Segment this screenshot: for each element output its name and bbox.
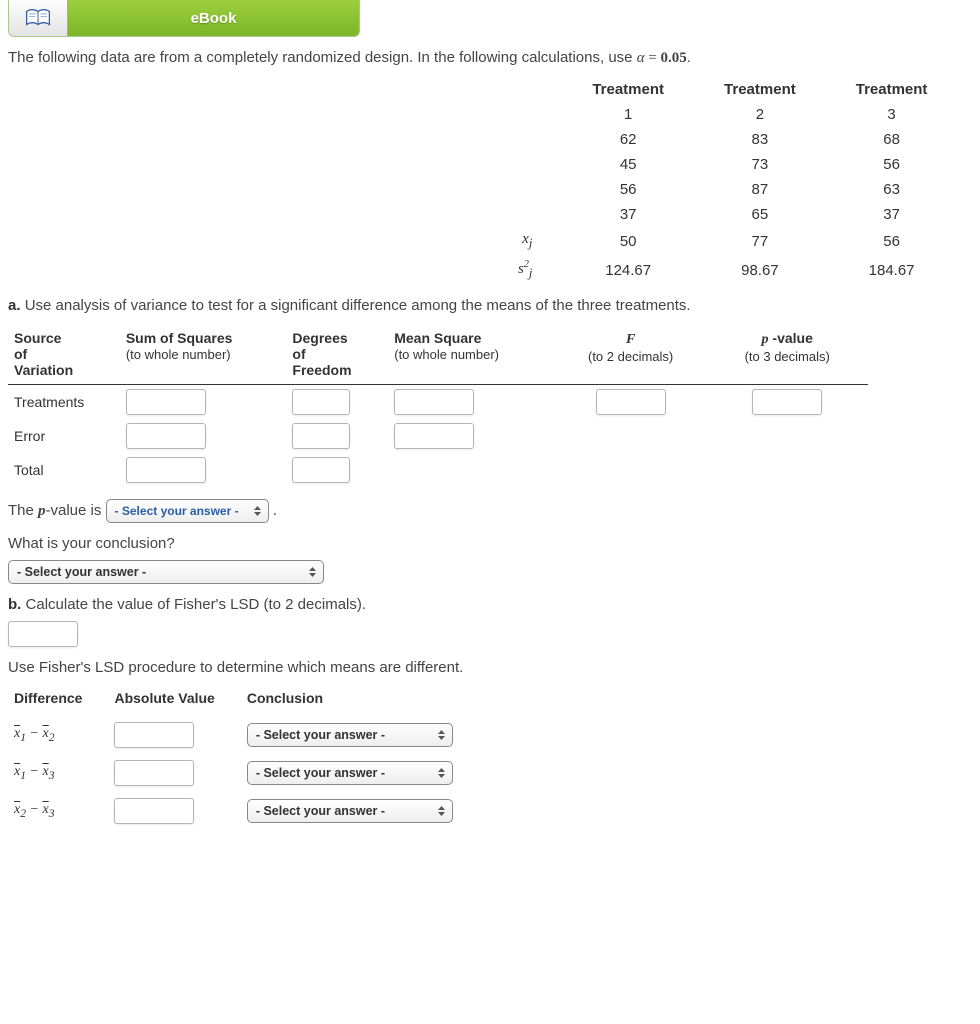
- absval-input-3[interactable]: [114, 798, 194, 824]
- col-sub: 3: [826, 102, 958, 127]
- ms-error-input[interactable]: [394, 423, 474, 449]
- variance-row: s2j 124.6798.67184.67: [488, 255, 957, 285]
- fisher-conclusion-select-1[interactable]: - Select your answer -: [247, 723, 453, 747]
- anova-row-error: Error: [8, 419, 868, 453]
- ebook-label[interactable]: eBook: [68, 0, 359, 36]
- fisher-row: x1 − x2 - Select your answer -: [8, 716, 479, 754]
- fisher-row: x2 − x3 - Select your answer -: [8, 792, 479, 830]
- stepper-icon: [308, 566, 317, 578]
- stepper-icon: [437, 767, 446, 779]
- part-b-text: Calculate the value of Fisher's LSD (to …: [26, 596, 367, 613]
- treatment-data-table: Treatment Treatment Treatment 1 2 3 6283…: [488, 77, 957, 285]
- ebook-header: eBook: [8, 0, 360, 37]
- df-error-input[interactable]: [292, 423, 350, 449]
- absval-input-2[interactable]: [114, 760, 194, 786]
- ebook-icon-box[interactable]: [9, 0, 68, 36]
- fisher-conclusion-select-2[interactable]: - Select your answer -: [247, 761, 453, 785]
- col-sub: 2: [694, 102, 826, 127]
- part-b-prompt: b. Calculate the value of Fisher's LSD (…: [8, 596, 972, 613]
- ms-treatments-input[interactable]: [394, 389, 474, 415]
- absval-input-1[interactable]: [114, 722, 194, 748]
- col-sub: 1: [562, 102, 694, 127]
- part-a-label: a.: [8, 297, 21, 314]
- table-row: 568763: [488, 177, 957, 202]
- df-treatments-input[interactable]: [292, 389, 350, 415]
- col-header: Treatment: [826, 77, 958, 102]
- mean-row: xj 507756: [488, 227, 957, 255]
- ss-error-input[interactable]: [126, 423, 206, 449]
- intro-suffix: .: [687, 49, 691, 66]
- ss-treatments-input[interactable]: [126, 389, 206, 415]
- intro-text: The following data are from a completely…: [8, 49, 637, 66]
- col-header: Absolute Value: [108, 684, 240, 716]
- col-header: Treatment: [562, 77, 694, 102]
- fisher-row: x1 − x3 - Select your answer -: [8, 754, 479, 792]
- table-row: 457356: [488, 152, 957, 177]
- diff-label: x1 − x3: [8, 754, 108, 792]
- conclusion-select[interactable]: - Select your answer -: [8, 560, 324, 584]
- row-label: Error: [8, 419, 120, 453]
- problem-intro: The following data are from a completely…: [8, 49, 972, 67]
- diff-label: x1 − x2: [8, 716, 108, 754]
- table-row: 376537: [488, 202, 957, 227]
- ss-total-input[interactable]: [126, 457, 206, 483]
- stepper-icon: [253, 505, 262, 517]
- row-label: Total: [8, 453, 120, 487]
- book-icon: [25, 8, 51, 28]
- part-a-text: Use analysis of variance to test for a s…: [25, 297, 691, 314]
- conclusion-question: What is your conclusion?: [8, 535, 972, 552]
- pvalue-select[interactable]: - Select your answer -: [106, 499, 269, 523]
- anova-row-total: Total: [8, 453, 868, 487]
- fisher-conclusion-select-3[interactable]: - Select your answer -: [247, 799, 453, 823]
- fisher-intro: Use Fisher's LSD procedure to determine …: [8, 659, 972, 676]
- diff-label: x2 − x3: [8, 792, 108, 830]
- col-header: Treatment: [694, 77, 826, 102]
- part-b-label: b.: [8, 596, 21, 613]
- col-header: Difference: [8, 684, 108, 716]
- stepper-icon: [437, 729, 446, 741]
- row-label: Treatments: [8, 385, 120, 420]
- fisher-table: Difference Absolute Value Conclusion x1 …: [8, 684, 479, 830]
- stepper-icon: [437, 805, 446, 817]
- lsd-input[interactable]: [8, 621, 78, 647]
- col-header: Conclusion: [241, 684, 479, 716]
- anova-table: SourceofVariation Sum of Squares(to whol…: [8, 328, 868, 487]
- part-a-prompt: a. Use analysis of variance to test for …: [8, 297, 972, 314]
- pvalue-input[interactable]: [752, 389, 822, 415]
- table-row: 628368: [488, 127, 957, 152]
- alpha-expr: α = 0.05: [637, 50, 687, 66]
- df-total-input[interactable]: [292, 457, 350, 483]
- f-input[interactable]: [596, 389, 666, 415]
- anova-row-treatments: Treatments: [8, 385, 868, 420]
- pvalue-line: The p-value is - Select your answer - .: [8, 499, 972, 523]
